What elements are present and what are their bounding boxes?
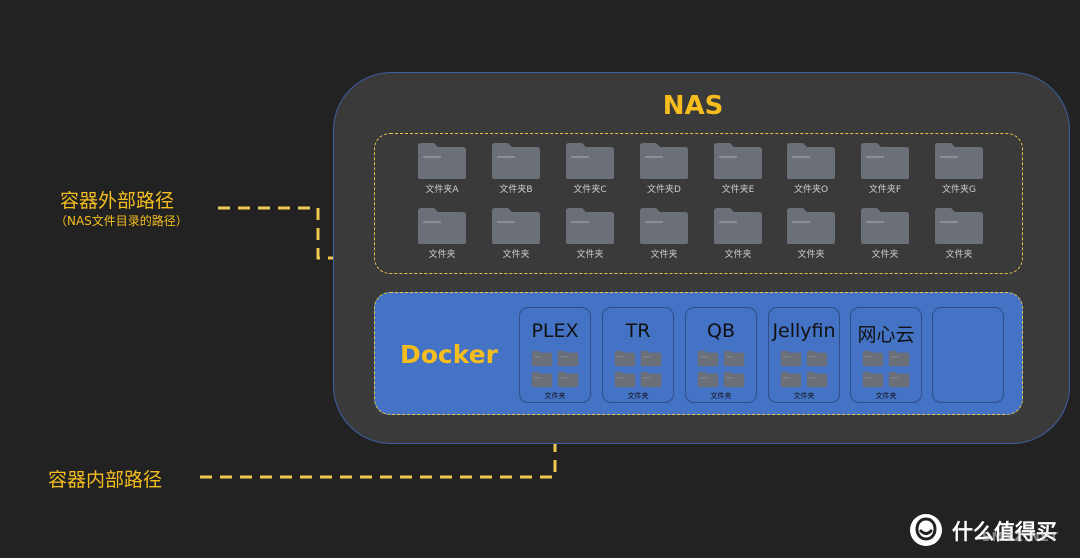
folder-icon: 文件夹A	[416, 142, 468, 195]
folder-icon: 文件夹O	[785, 142, 837, 195]
container-4: 网心云 文件夹	[850, 307, 922, 403]
folder-icon: 文件夹	[933, 207, 985, 260]
container-1: TR 文件夹	[602, 307, 674, 403]
container-2: QB 文件夹	[685, 307, 757, 403]
folder-icon	[531, 350, 553, 367]
folder-icon: 文件夹	[638, 207, 690, 260]
container-folder-label: 文件夹	[793, 392, 815, 400]
container-name: Jellyfin	[772, 320, 836, 342]
zhi-logo-icon	[910, 514, 942, 546]
folder-icon	[862, 371, 884, 388]
folder-icon: 文件夹E	[712, 142, 764, 195]
folder-label: 文件夹	[797, 250, 825, 260]
folder-icon	[723, 371, 745, 388]
container-0: PLEX 文件夹	[519, 307, 591, 403]
folder-icon: 文件夹D	[638, 142, 690, 195]
folder-icon	[780, 350, 802, 367]
folder-label: 文件夹	[871, 250, 899, 260]
folder-label: 文件夹C	[573, 185, 607, 195]
folder-icon: 文件夹	[490, 207, 542, 260]
folder-icon	[888, 350, 910, 367]
container-name: 网心云	[857, 324, 915, 346]
container-folders	[862, 350, 912, 388]
container-folders	[614, 350, 664, 388]
inner-path-label: 容器内部路径	[48, 469, 163, 491]
folder-label: 文件夹	[576, 250, 604, 260]
folder-icon	[640, 371, 662, 388]
folder-icon	[862, 350, 884, 367]
folder-label: 文件夹	[650, 250, 678, 260]
container-3: Jellyfin 文件夹	[768, 307, 840, 403]
container-folder-label: 文件夹	[627, 392, 649, 400]
container-folders	[780, 350, 830, 388]
folder-label: 文件夹	[428, 250, 456, 260]
folder-icon	[531, 371, 553, 388]
container-folder-label: 文件夹	[544, 392, 566, 400]
folder-icon: 文件夹B	[490, 142, 542, 195]
folder-icon	[697, 350, 719, 367]
folder-label: 文件夹D	[647, 185, 681, 195]
folder-label: 文件夹F	[868, 185, 902, 195]
container-folders	[697, 350, 747, 388]
folder-label: 文件夹	[724, 250, 752, 260]
folder-icon	[780, 371, 802, 388]
folder-icon	[557, 350, 579, 367]
container-folder-label: 文件夹	[875, 392, 897, 400]
nas-title: NAS	[662, 91, 724, 121]
folder-icon: 文件夹	[712, 207, 764, 260]
folder-icon	[697, 371, 719, 388]
folder-icon: 文件夹C	[564, 142, 616, 195]
folder-label: 文件夹	[502, 250, 530, 260]
folder-label: 文件夹A	[425, 185, 459, 195]
folder-icon: 文件夹	[564, 207, 616, 260]
outer-path-sublabel: （NAS文件目录的路径）	[55, 214, 188, 228]
container-name: QB	[707, 320, 735, 342]
folder-label: 文件夹G	[942, 185, 976, 195]
container-empty	[932, 307, 1004, 403]
folder-icon	[614, 371, 636, 388]
watermark: SMYZ.NET	[982, 530, 1059, 544]
docker-title: Docker	[400, 340, 498, 369]
folder-icon: 文件夹	[785, 207, 837, 260]
folder-icon	[806, 350, 828, 367]
folder-icon	[888, 371, 910, 388]
container-folders	[531, 350, 581, 388]
folder-label: 文件夹	[945, 250, 973, 260]
folder-label: 文件夹O	[793, 185, 829, 195]
folder-label: 文件夹E	[721, 185, 755, 195]
container-name: PLEX	[531, 320, 579, 342]
folder-icon	[614, 350, 636, 367]
folder-icon: 文件夹G	[933, 142, 985, 195]
container-folder-label: 文件夹	[710, 392, 732, 400]
folder-icon: 文件夹	[416, 207, 468, 260]
folder-icon	[640, 350, 662, 367]
folder-icon: 文件夹F	[859, 142, 911, 195]
folder-icon	[723, 350, 745, 367]
folder-label: 文件夹B	[499, 185, 533, 195]
folder-icon: 文件夹	[859, 207, 911, 260]
container-name: TR	[625, 320, 651, 342]
folder-icon	[557, 371, 579, 388]
folder-icon	[806, 371, 828, 388]
outer-path-label: 容器外部路径	[60, 190, 175, 212]
